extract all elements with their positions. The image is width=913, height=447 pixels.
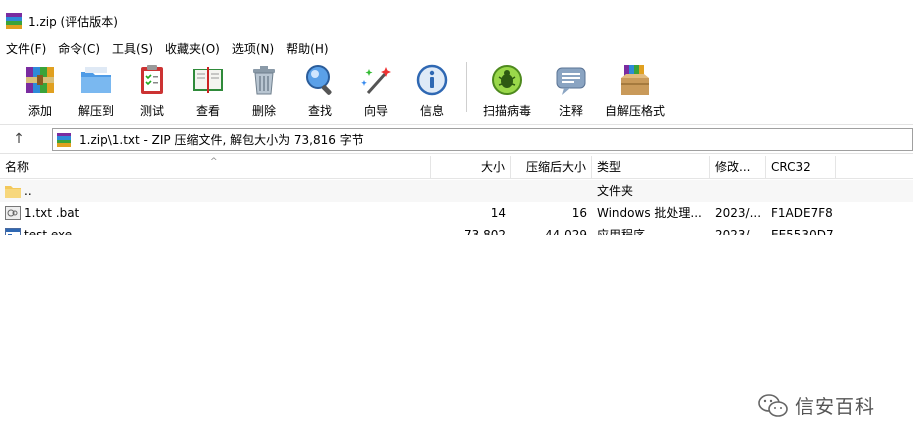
sfx-button[interactable]: 自解压格式	[601, 58, 669, 119]
file-size: 73,802	[464, 228, 506, 235]
table-row[interactable]: 1.txt .bat 14 16 Windows 批处理... 2023/...…	[0, 202, 913, 224]
add-archive-icon	[22, 62, 58, 98]
menu-commands[interactable]: 命令(C)	[58, 40, 100, 57]
file-size	[431, 180, 511, 202]
path-field[interactable]: 1.zip\1.txt - ZIP 压缩文件, 解包大小为 73,816 字节	[52, 128, 913, 151]
batch-file-icon	[5, 206, 21, 220]
delete-label: 删除	[251, 104, 276, 118]
virus-scan-button[interactable]: 扫描病毒	[473, 58, 541, 119]
file-modified	[710, 180, 766, 202]
comment-button[interactable]: 注释	[545, 58, 597, 119]
column-header-type[interactable]: 类型	[592, 156, 710, 179]
menu-help[interactable]: 帮助(H)	[286, 40, 328, 57]
path-text: 1.zip\1.txt - ZIP 压缩文件, 解包大小为 73,816 字节	[79, 133, 364, 147]
file-modified: 2023/...	[715, 206, 762, 220]
extract-to-button[interactable]: 解压到	[70, 58, 122, 119]
toolbar-separator	[466, 62, 467, 112]
find-button[interactable]: 查找	[294, 58, 346, 119]
sort-ascending-icon: ^	[210, 157, 218, 167]
add-button[interactable]: 添加	[14, 58, 66, 119]
find-magnifier-icon	[302, 62, 338, 98]
column-header-packed[interactable]: 压缩后大小	[511, 156, 592, 179]
view-label: 查看	[195, 104, 220, 118]
find-label: 查找	[307, 104, 332, 118]
file-modified: 2023/...	[715, 228, 762, 235]
comment-label: 注释	[558, 104, 583, 118]
zip-archive-icon	[57, 132, 71, 147]
menu-file[interactable]: 文件(F)	[6, 40, 46, 57]
menu-bar: 文件(F) 命令(C) 工具(S) 收藏夹(O) 选项(N) 帮助(H)	[0, 38, 913, 58]
folder-icon	[5, 186, 21, 198]
virus-scan-icon	[489, 62, 525, 98]
file-crc: EE5530D7	[771, 228, 834, 235]
exe-file-icon	[5, 228, 21, 235]
file-type: 应用程序	[597, 228, 646, 235]
file-crc	[766, 180, 836, 202]
column-header-size[interactable]: 大小	[431, 156, 511, 179]
toolbar: 添加 解压到 测试 查看 删除 查找 向导 信息 扫描病毒 注释 自解压格式	[0, 58, 913, 120]
column-header-modified[interactable]: 修改...	[710, 156, 766, 179]
comment-icon	[553, 62, 589, 98]
wizard-button[interactable]: 向导	[350, 58, 402, 119]
winrar-app-icon	[6, 13, 22, 29]
file-crc: F1ADE7F8	[771, 206, 833, 220]
address-bar: ↑ 1.zip\1.txt - ZIP 压缩文件, 解包大小为 73,816 字…	[0, 124, 913, 154]
file-packed-size: 44,029	[545, 228, 587, 235]
wizard-wand-icon	[358, 62, 394, 98]
column-header-crc[interactable]: CRC32	[766, 156, 836, 179]
file-packed-size: 16	[571, 206, 587, 220]
title-bar: 1.zip (评估版本)	[0, 8, 913, 34]
menu-options[interactable]: 选项(N)	[232, 40, 274, 57]
sfx-box-icon	[617, 62, 653, 98]
delete-button[interactable]: 删除	[238, 58, 290, 119]
up-one-level-button[interactable]: ↑	[0, 131, 38, 147]
info-icon	[414, 62, 450, 98]
test-button[interactable]: 测试	[126, 58, 178, 119]
add-label: 添加	[27, 104, 52, 118]
wizard-label: 向导	[363, 104, 388, 118]
wechat-icon	[758, 393, 788, 417]
menu-tools[interactable]: 工具(S)	[112, 40, 153, 57]
info-button[interactable]: 信息	[406, 58, 458, 119]
file-name: 1.txt .bat	[24, 206, 80, 220]
extract-to-label: 解压到	[77, 104, 114, 118]
info-label: 信息	[419, 104, 444, 118]
watermark: 信安百科	[757, 392, 875, 419]
virus-scan-label: 扫描病毒	[482, 104, 531, 118]
file-name: test.exe	[24, 228, 73, 235]
test-label: 测试	[139, 104, 164, 118]
file-size: 14	[490, 206, 506, 220]
watermark-label: 信安百科	[795, 396, 876, 418]
sfx-label: 自解压格式	[604, 104, 665, 118]
test-clipboard-icon	[134, 62, 170, 98]
view-button[interactable]: 查看	[182, 58, 234, 119]
window-title: 1.zip (评估版本)	[28, 14, 118, 29]
view-book-icon	[190, 62, 226, 98]
table-row[interactable]: test.exe 73,802 44,029 应用程序 2023/... EE5…	[0, 224, 913, 235]
file-type: Windows 批处理...	[597, 206, 702, 220]
file-type: 文件夹	[597, 184, 634, 198]
file-packed-size	[511, 180, 592, 202]
delete-trash-icon	[246, 62, 282, 98]
menu-favorites[interactable]: 收藏夹(O)	[165, 40, 220, 57]
file-list-header: 名称 ^ 大小 压缩后大小 类型 修改... CRC32	[0, 156, 913, 179]
table-row[interactable]: .. 文件夹	[0, 180, 913, 202]
file-name: ..	[24, 184, 32, 198]
extract-folder-icon	[78, 62, 114, 98]
column-header-name[interactable]: 名称 ^	[0, 156, 431, 179]
file-list: .. 文件夹 1.txt .bat 14 16 Windows 批处理... 2…	[0, 180, 913, 235]
column-name-label: 名称	[5, 160, 30, 174]
